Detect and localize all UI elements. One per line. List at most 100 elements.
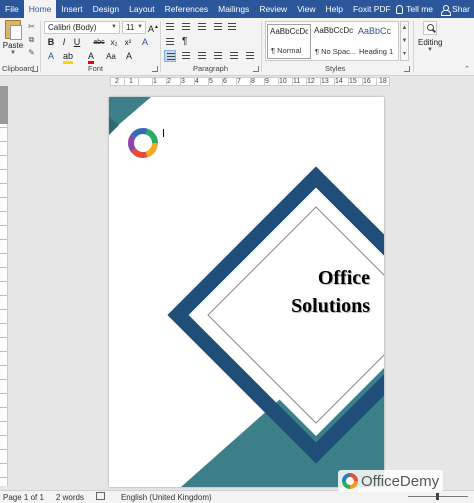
numbering-button[interactable] xyxy=(180,21,192,33)
ruler-number: 6 xyxy=(223,78,227,85)
style-sample: AaBbCc xyxy=(358,26,392,36)
tab-design[interactable]: Design xyxy=(88,0,124,18)
decrease-indent-button[interactable] xyxy=(212,21,224,33)
sort-button[interactable] xyxy=(164,36,176,48)
multilevel-list-button[interactable] xyxy=(196,21,208,33)
collapse-ribbon-icon[interactable]: ⌃ xyxy=(464,65,470,73)
ribbon-tab-bar: File Home Insert Design Layout Reference… xyxy=(0,0,474,18)
increase-indent-icon xyxy=(228,23,236,31)
styles-group-label: Styles xyxy=(325,64,346,73)
align-center-button[interactable] xyxy=(180,50,192,62)
tab-view[interactable]: View xyxy=(292,0,320,18)
justify-button[interactable] xyxy=(212,50,224,62)
lightbulb-icon xyxy=(396,4,404,14)
chevron-down-icon: ▼ xyxy=(137,24,143,30)
format-painter-icon[interactable]: ✎ xyxy=(27,48,36,57)
pilcrow-icon: ¶ xyxy=(182,36,188,47)
line-spacing-icon xyxy=(230,52,238,60)
font-size-select[interactable]: 11 ▼ xyxy=(122,21,146,34)
document-page[interactable]: Office Solutions xyxy=(109,97,384,487)
styles-launcher-icon[interactable] xyxy=(404,66,410,72)
clipboard-group-label: Clipboard xyxy=(2,64,35,73)
style-heading-1[interactable]: AaBbCc Heading 1 xyxy=(356,24,400,59)
tab-review[interactable]: Review xyxy=(254,0,292,18)
style-no-spacing[interactable]: AaBbCcDc ¶ No Spac... xyxy=(312,24,356,59)
superscript-button[interactable]: x² xyxy=(122,36,134,49)
zoom-slider-thumb[interactable] xyxy=(436,493,439,500)
styles-scroll-control[interactable]: ▲ ▼ ▾ xyxy=(400,21,409,61)
group-separator xyxy=(413,21,414,72)
ruler-number: 12 xyxy=(307,78,315,85)
language-status[interactable]: English (United Kingdom) xyxy=(121,493,212,502)
font-launcher-icon[interactable] xyxy=(152,66,158,72)
increase-indent-button[interactable] xyxy=(226,21,238,33)
proofing-book-icon xyxy=(95,492,105,500)
grow-font-button[interactable]: A▲ xyxy=(148,21,159,34)
align-left-icon xyxy=(167,53,175,61)
clipboard-launcher-icon[interactable] xyxy=(32,66,38,72)
strikethrough-button[interactable]: abc xyxy=(92,36,106,49)
document-title-line-2[interactable]: Solutions xyxy=(291,295,370,318)
shrink-font-button[interactable]: A xyxy=(124,50,134,63)
ruler-number: 15 xyxy=(349,78,357,85)
word-count-status[interactable]: 2 words xyxy=(56,493,84,502)
ribbon-home: Paste ▼ ✂ ⧉ ✎ Clipboard Calibri (Body) ▼… xyxy=(0,18,474,76)
ruler-number: 8 xyxy=(251,78,255,85)
vertical-ruler[interactable] xyxy=(0,86,8,486)
tab-mailings[interactable]: Mailings xyxy=(213,0,254,18)
copy-icon[interactable]: ⧉ xyxy=(27,35,36,44)
text-cursor xyxy=(163,129,164,137)
paste-label: Paste xyxy=(2,41,24,50)
text-effects-button[interactable]: A xyxy=(140,36,150,49)
clipboard-icon xyxy=(5,20,22,40)
font-color-button[interactable]: A xyxy=(86,50,96,64)
tab-help[interactable]: Help xyxy=(320,0,347,18)
ruler-number: 14 xyxy=(335,78,343,85)
ruler-number: 5 xyxy=(209,78,213,85)
tab-insert[interactable]: Insert xyxy=(56,0,87,18)
decrease-indent-icon xyxy=(214,23,222,31)
bullets-button[interactable] xyxy=(164,21,176,33)
tab-home[interactable]: Home xyxy=(23,0,57,18)
tab-foxit-pdf[interactable]: Foxit PDF xyxy=(348,0,396,18)
page-count-status[interactable]: Page 1 of 1 xyxy=(3,493,44,502)
align-left-button[interactable] xyxy=(164,50,176,62)
shading-button[interactable] xyxy=(244,50,256,62)
officedemy-logo-icon xyxy=(342,473,358,489)
paste-button[interactable]: Paste ▼ xyxy=(2,20,24,60)
cut-icon[interactable]: ✂ xyxy=(27,22,36,31)
font-color-label: A xyxy=(87,51,94,64)
tab-file[interactable]: File xyxy=(0,0,24,18)
change-case-button[interactable]: Aa xyxy=(104,50,118,63)
align-right-button[interactable] xyxy=(196,50,208,62)
align-right-icon xyxy=(198,52,206,60)
paragraph-launcher-icon[interactable] xyxy=(253,66,259,72)
share-label: Shar xyxy=(452,4,470,14)
bold-button[interactable]: B xyxy=(46,36,56,49)
horizontal-ruler[interactable]: 2 1 1 2 3 4 5 6 7 8 9 10 11 12 13 14 15 … xyxy=(110,77,390,86)
document-title-line-1[interactable]: Office xyxy=(318,267,370,290)
subscript-button[interactable]: x₂ xyxy=(108,36,120,49)
tell-me-label: Tell me xyxy=(406,4,434,14)
editing-button[interactable]: Editing ▼ xyxy=(418,21,442,69)
ruler-number: 10 xyxy=(279,78,287,85)
chevron-down-icon: ▼ xyxy=(427,47,433,53)
proofing-status[interactable] xyxy=(95,492,109,502)
style-normal[interactable]: AaBbCcDc ¶ Normal xyxy=(267,24,311,59)
ruler-number: 3 xyxy=(181,78,185,85)
bullets-icon xyxy=(166,23,174,31)
ruler-number: 18 xyxy=(379,78,387,85)
zoom-slider[interactable] xyxy=(408,493,468,500)
tab-references[interactable]: References xyxy=(160,0,213,18)
tell-me-search[interactable]: Tell me xyxy=(396,4,433,14)
highlight-color-button[interactable]: ab xyxy=(62,50,74,64)
underline-button[interactable]: U xyxy=(72,36,82,49)
share-button[interactable]: Shar xyxy=(441,4,470,16)
font-name-select[interactable]: Calibri (Body) ▼ xyxy=(44,21,120,34)
show-formatting-button[interactable]: ¶ xyxy=(180,36,192,48)
text-effects-icon[interactable]: A xyxy=(46,50,56,63)
tab-layout[interactable]: Layout xyxy=(124,0,160,18)
line-spacing-button[interactable] xyxy=(228,50,240,62)
group-separator xyxy=(160,21,161,72)
italic-button[interactable]: I xyxy=(59,36,69,49)
